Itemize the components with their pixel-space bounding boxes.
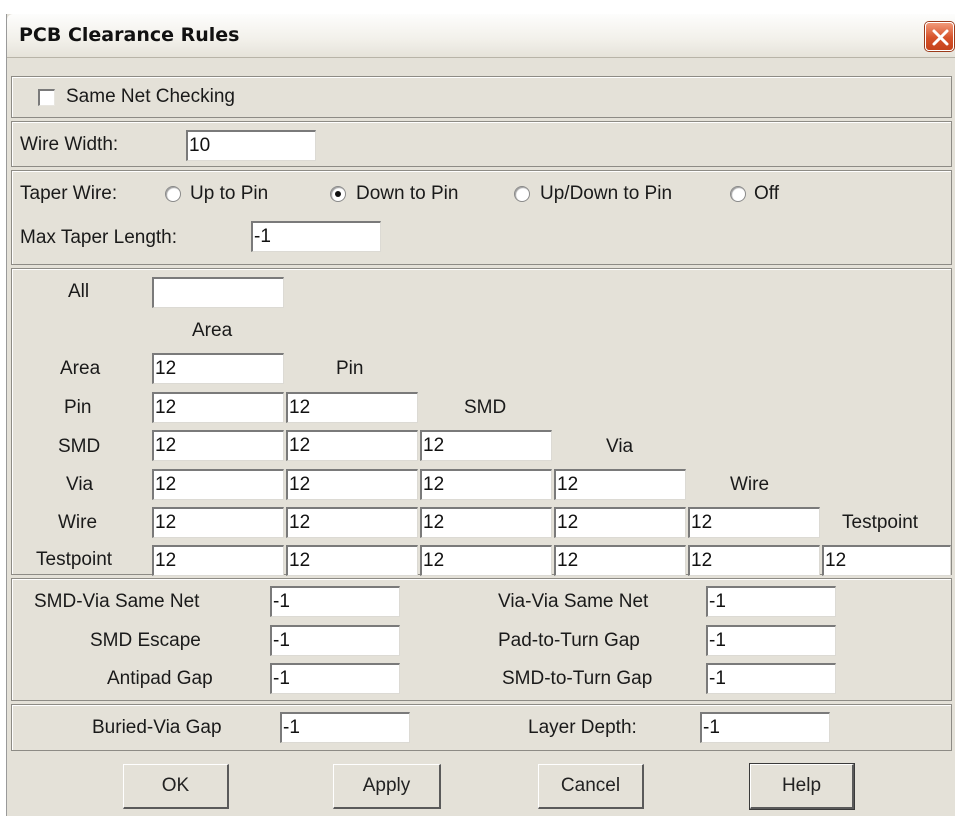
buried-via-gap-input[interactable]: -1: [280, 712, 410, 743]
column-header-smd: SMD: [464, 397, 507, 418]
clearance-wire-pin-input[interactable]: 12: [286, 507, 418, 538]
gap-settings-panel: SMD-Via Same Net -1 SMD Escape -1 Antipa…: [11, 578, 952, 701]
taper-up-down-to-pin-radio[interactable]: [514, 186, 530, 202]
clearance-via-pin-input[interactable]: 12: [286, 469, 418, 500]
clearance-testpoint-testpoint-input[interactable]: 12: [822, 545, 951, 576]
pad-to-turn-gap-label: Pad-to-Turn Gap: [498, 630, 640, 651]
smd-to-turn-gap-label: SMD-to-Turn Gap: [502, 668, 653, 689]
ok-button[interactable]: OK: [123, 764, 229, 809]
taper-up-to-pin-radio[interactable]: [165, 186, 181, 202]
title-bar[interactable]: PCB Clearance Rules: [7, 14, 955, 58]
max-taper-length-label: Max Taper Length:: [20, 227, 178, 248]
clearance-via-smd-input[interactable]: 12: [420, 469, 552, 500]
close-icon: [932, 29, 949, 46]
close-button[interactable]: [925, 22, 954, 51]
clearance-area-area-input[interactable]: 12: [152, 353, 284, 384]
taper-off-label: Off: [754, 183, 779, 204]
pcb-clearance-rules-dialog: PCB Clearance Rules Same Net Checking Wi…: [6, 14, 955, 816]
row-label-smd: SMD: [58, 436, 101, 457]
smd-via-same-net-input[interactable]: -1: [270, 586, 400, 617]
layer-depth-input[interactable]: -1: [700, 712, 830, 743]
column-header-testpoint: Testpoint: [842, 512, 919, 533]
max-taper-length-input[interactable]: -1: [251, 221, 381, 252]
taper-down-to-pin-radio[interactable]: [330, 186, 346, 202]
taper-wire-panel: Taper Wire: Up to Pin Down to Pin Up/Dow…: [11, 170, 952, 265]
smd-via-same-net-label: SMD-Via Same Net: [34, 591, 200, 612]
pad-to-turn-gap-input[interactable]: -1: [706, 625, 836, 656]
clearance-wire-smd-input[interactable]: 12: [420, 507, 552, 538]
buried-via-gap-label: Buried-Via Gap: [92, 717, 222, 738]
taper-off-radio[interactable]: [730, 186, 746, 202]
clearance-wire-via-input[interactable]: 12: [554, 507, 686, 538]
clearance-matrix-panel: All Area Pin SMD Via Wire Testpoint Area…: [11, 268, 952, 576]
clearance-testpoint-pin-input[interactable]: 12: [286, 545, 418, 576]
row-label-wire: Wire: [58, 512, 98, 533]
help-button[interactable]: Help: [749, 763, 855, 810]
via-via-same-net-label: Via-Via Same Net: [498, 591, 649, 612]
layer-depth-label: Layer Depth:: [528, 717, 637, 738]
row-label-testpoint: Testpoint: [36, 549, 113, 570]
column-header-area: Area: [192, 320, 233, 341]
buried-via-panel: Buried-Via Gap -1 Layer Depth: -1: [11, 704, 952, 751]
taper-wire-label: Taper Wire:: [20, 183, 118, 204]
same-net-checkbox[interactable]: [38, 89, 55, 106]
clearance-pin-pin-input[interactable]: 12: [286, 392, 418, 423]
smd-escape-label: SMD Escape: [90, 630, 201, 651]
same-net-label: Same Net Checking: [66, 86, 235, 107]
row-label-pin: Pin: [64, 397, 92, 418]
clearance-testpoint-via-input[interactable]: 12: [554, 545, 686, 576]
clearance-smd-area-input[interactable]: 12: [152, 430, 284, 461]
clearance-testpoint-smd-input[interactable]: 12: [420, 545, 552, 576]
taper-up-down-to-pin-label: Up/Down to Pin: [540, 183, 673, 204]
wire-width-label: Wire Width:: [20, 134, 119, 155]
wire-width-panel: Wire Width: 10: [11, 121, 952, 167]
cancel-button[interactable]: Cancel: [538, 764, 644, 809]
all-label: All: [68, 281, 90, 302]
taper-up-to-pin-label: Up to Pin: [190, 183, 269, 204]
clearance-pin-area-input[interactable]: 12: [152, 392, 284, 423]
antipad-gap-label: Antipad Gap: [107, 668, 213, 689]
column-header-via: Via: [606, 436, 634, 457]
wire-width-input[interactable]: 10: [186, 130, 316, 161]
all-input[interactable]: [152, 277, 284, 308]
smd-escape-input[interactable]: -1: [270, 625, 400, 656]
clearance-smd-smd-input[interactable]: 12: [420, 430, 552, 461]
via-via-same-net-input[interactable]: -1: [706, 586, 836, 617]
clearance-testpoint-area-input[interactable]: 12: [152, 545, 284, 576]
clearance-wire-wire-input[interactable]: 12: [688, 507, 820, 538]
clearance-via-via-input[interactable]: 12: [554, 469, 686, 500]
apply-button[interactable]: Apply: [333, 764, 441, 809]
column-header-pin: Pin: [336, 358, 364, 379]
antipad-gap-input[interactable]: -1: [270, 663, 400, 694]
row-label-via: Via: [66, 474, 94, 495]
clearance-testpoint-wire-input[interactable]: 12: [688, 545, 820, 576]
column-header-wire: Wire: [730, 474, 770, 495]
window-title: PCB Clearance Rules: [19, 24, 240, 46]
row-label-area: Area: [60, 358, 101, 379]
smd-to-turn-gap-input[interactable]: -1: [706, 663, 836, 694]
clearance-smd-pin-input[interactable]: 12: [286, 430, 418, 461]
clearance-wire-area-input[interactable]: 12: [152, 507, 284, 538]
clearance-via-area-input[interactable]: 12: [152, 469, 284, 500]
taper-down-to-pin-label: Down to Pin: [356, 183, 459, 204]
same-net-panel: Same Net Checking: [11, 76, 952, 118]
